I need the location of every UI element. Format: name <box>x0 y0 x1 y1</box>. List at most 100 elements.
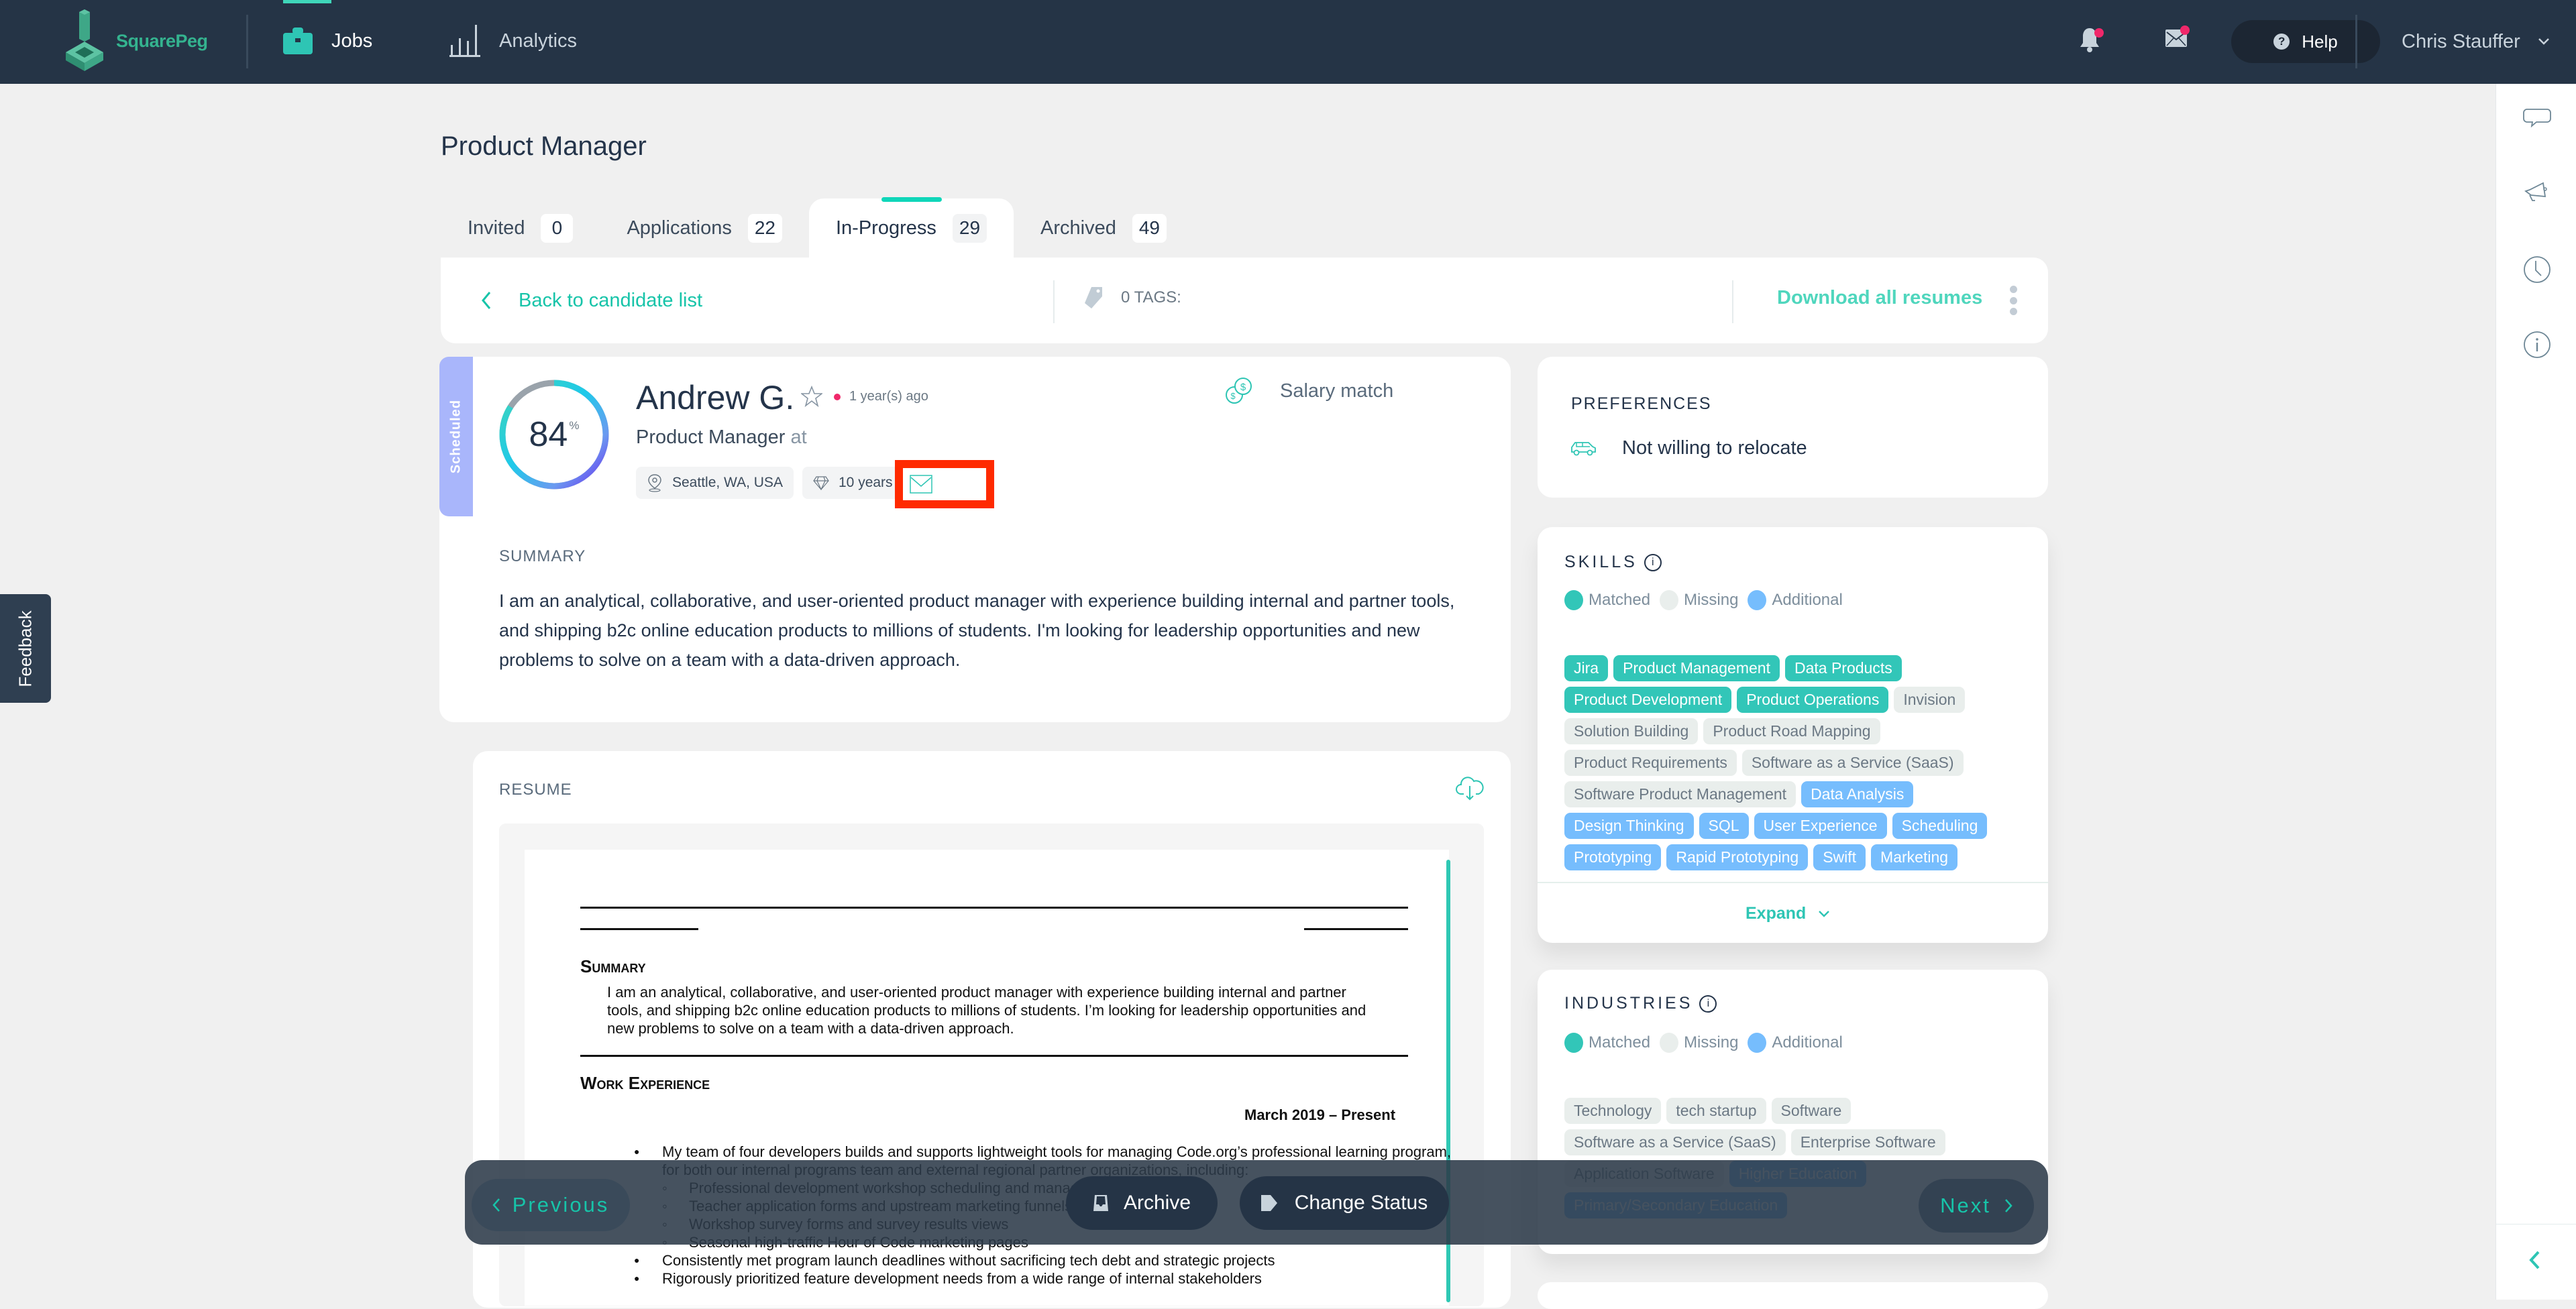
chevron-left-icon <box>492 1198 500 1212</box>
tag-missing: Technology <box>1564 1098 1662 1124</box>
nav-label: Jobs <box>331 30 373 52</box>
tags-label: 0 TAGS: <box>1121 288 1181 306</box>
resume-rule <box>580 907 1408 909</box>
feedback-label: Feedback <box>15 610 36 687</box>
question-icon: ? <box>2273 34 2290 50</box>
tag-matched: Product Management <box>1613 655 1780 681</box>
info-icon[interactable] <box>2523 331 2551 359</box>
chevron-left-icon[interactable] <box>2528 1251 2540 1269</box>
brand-name: SquarePeg <box>116 31 208 51</box>
tag-matched: Data Products <box>1784 655 1902 681</box>
chevron-down-icon <box>1819 910 1830 917</box>
star-icon[interactable] <box>801 386 822 407</box>
tag-missing: Software <box>1771 1098 1851 1124</box>
recency: 1 year(s) ago <box>849 389 928 404</box>
next-card <box>1538 1282 2048 1309</box>
tag-missing: Software as a Service (SaaS) <box>1564 1129 1786 1155</box>
megaphone-icon[interactable] <box>2523 180 2551 209</box>
nav-item-analytics[interactable]: Analytics <box>449 24 577 58</box>
skills-divider <box>1538 882 2048 883</box>
tag-additional: Swift <box>1813 844 1866 870</box>
tab-label: Invited <box>468 217 525 239</box>
tab-invited[interactable]: Invited 0 <box>441 198 600 258</box>
rail-divider <box>2496 1224 2576 1225</box>
more-options-icon[interactable] <box>2009 286 2017 315</box>
coins-icon: $$ <box>1226 378 1252 404</box>
back-to-candidate-list-link[interactable]: Back to candidate list <box>481 284 702 317</box>
tag-missing: tech startup <box>1666 1098 1766 1124</box>
cloud-download-icon[interactable] <box>1456 775 1484 802</box>
legend-additional: Additional <box>1748 590 1843 610</box>
nav-label: Analytics <box>499 30 578 52</box>
tab-applications[interactable]: Applications 22 <box>600 198 809 258</box>
industries-legend: Matched Missing Additional <box>1564 1033 1852 1053</box>
role-title: Product Manager <box>636 426 786 448</box>
messages-button[interactable] <box>2165 25 2190 50</box>
resume-rule <box>1304 928 1408 930</box>
archive-button[interactable]: Archive <box>1066 1176 1218 1230</box>
industries-title-text: INDUSTRIES <box>1564 994 1693 1013</box>
top-navigation-bar: SquarePeg Jobs Analytics ? Help Chris St… <box>0 0 2576 84</box>
next-label: Next <box>1940 1194 1991 1217</box>
resume-date-range: March 2019 – Present <box>1244 1106 1396 1123</box>
tab-label: Archived <box>1040 217 1116 239</box>
bar-chart-icon <box>449 25 480 57</box>
archive-label: Archive <box>1123 1192 1191 1214</box>
info-icon[interactable]: i <box>1644 554 1662 572</box>
briefcase-icon <box>283 27 313 54</box>
user-menu[interactable]: Chris Stauffer <box>2402 27 2550 56</box>
experience-text: 10 years <box>839 475 893 490</box>
tab-count: 22 <box>747 213 782 243</box>
active-nav-indicator <box>283 0 331 3</box>
toolbar-divider <box>1732 280 1733 323</box>
tag-missing: Product Road Mapping <box>1703 718 1880 744</box>
nav-item-jobs[interactable]: Jobs <box>283 24 372 58</box>
status-strip: Scheduled <box>439 357 473 516</box>
chevron-left-icon <box>482 292 491 309</box>
expand-skills-button[interactable]: Expand <box>1746 904 1830 923</box>
info-icon[interactable]: i <box>1699 995 1717 1013</box>
tag-additional: User Experience <box>1754 813 1887 839</box>
resume-work-heading: Work Experience <box>580 1073 710 1093</box>
next-candidate-button[interactable]: Next <box>1919 1179 2034 1233</box>
tags-button[interactable]: 0 TAGS: <box>1085 287 1181 308</box>
squarepeg-logo-icon[interactable] <box>64 9 105 71</box>
feedback-tab[interactable]: Feedback <box>0 594 51 703</box>
preferences-title: PREFERENCES <box>1571 394 1712 413</box>
tag-missing: Invision <box>1894 687 1966 713</box>
chat-bubble-icon[interactable] <box>2523 105 2551 133</box>
experience-chip: 10 years <box>802 467 904 499</box>
resume-rule <box>580 928 698 930</box>
industries-title: INDUSTRIES i <box>1564 994 1717 1013</box>
diamond-icon <box>813 476 829 491</box>
status-tag-icon <box>1260 1195 1277 1211</box>
tab-count: 29 <box>952 213 987 243</box>
message-badge <box>2180 25 2190 35</box>
tab-archived[interactable]: Archived 49 <box>1014 198 1193 258</box>
clock-icon[interactable] <box>2523 255 2551 284</box>
help-button[interactable]: ? Help <box>2231 20 2380 63</box>
svg-text:$: $ <box>1230 391 1236 401</box>
tab-in-progress[interactable]: In-Progress 29 <box>808 198 1014 258</box>
change-status-button[interactable]: Change Status <box>1240 1176 1449 1230</box>
svg-text:$: $ <box>1240 382 1246 393</box>
match-score: 84 % <box>496 377 612 492</box>
expand-label: Expand <box>1746 904 1807 923</box>
resume-bullet: Rigorously prioritized feature developme… <box>634 1269 1452 1288</box>
previous-candidate-button[interactable]: Previous <box>472 1179 630 1231</box>
summary-heading: SUMMARY <box>499 547 586 565</box>
toolbar-divider <box>1053 280 1055 323</box>
envelope-icon <box>910 475 932 494</box>
skills-legend: Matched Missing Additional <box>1564 590 1852 610</box>
candidate-stage-tabs: Invited 0 Applications 22 In-Progress 29… <box>441 198 1193 258</box>
score-value: 84 <box>529 415 568 454</box>
archive-tray-icon <box>1093 1195 1108 1211</box>
legend-matched: Matched <box>1564 1033 1650 1053</box>
role-at: at <box>790 426 807 448</box>
location-chip: Seattle, WA, USA <box>636 467 794 499</box>
email-button-highlighted[interactable] <box>895 460 994 508</box>
notifications-button[interactable] <box>2080 27 2104 56</box>
download-all-resumes-button[interactable]: Download all resumes <box>1777 287 1982 309</box>
tag-missing: Software as a Service (SaaS) <box>1741 750 1964 776</box>
user-name: Chris Stauffer <box>2402 30 2520 52</box>
